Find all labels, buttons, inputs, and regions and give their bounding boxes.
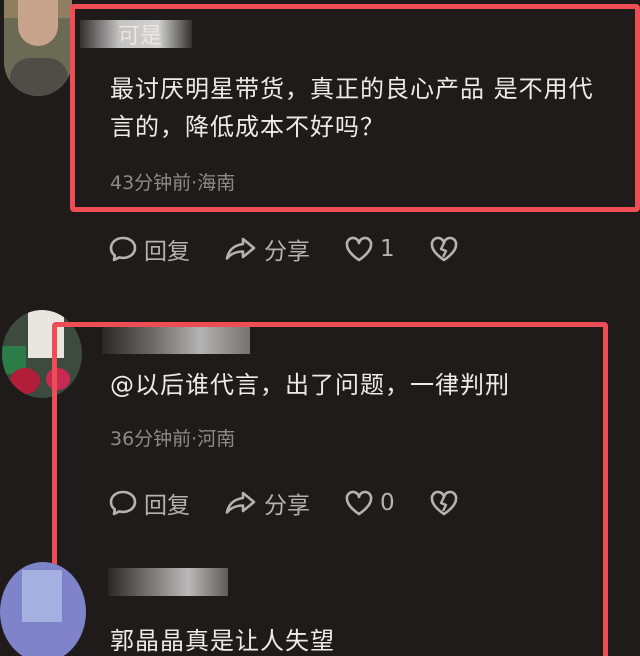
- like-button[interactable]: 1: [344, 235, 395, 263]
- share-label: 分享: [264, 239, 310, 265]
- share-button[interactable]: 分享: [224, 486, 310, 520]
- like-button[interactable]: 0: [344, 489, 395, 517]
- share-label: 分享: [264, 493, 310, 519]
- comment-text: @以后谁代言，出了问题，一律判刑: [110, 371, 510, 399]
- comment-line-2: 言的，降低成本不好吗？: [110, 113, 385, 141]
- reply-bubble-icon: [109, 236, 137, 262]
- avatar-flower: [10, 368, 40, 394]
- reply-label: 回复: [144, 493, 190, 519]
- reply-label: 回复: [144, 239, 190, 265]
- dislike-button[interactable]: [429, 235, 465, 263]
- reply-button[interactable]: 回复: [108, 232, 190, 266]
- comment-meta: 36分钟前·河南: [110, 428, 236, 450]
- share-arrow-icon: [225, 491, 256, 514]
- avatar-block: [22, 570, 62, 622]
- comment-actions: 回复 分享 1: [108, 232, 499, 266]
- comment-feed: 可是 最讨厌明星带货，真正的良心产品 是不用代 言的，降低成本不好吗？ 43分钟…: [0, 0, 640, 656]
- avatar-shirt: [10, 58, 68, 96]
- comment-line-1: 最讨厌明星带货，真正的良心产品 是不用代: [110, 75, 594, 103]
- heart-icon: [345, 236, 373, 262]
- username-blurred[interactable]: [108, 568, 228, 596]
- share-button[interactable]: 分享: [224, 232, 310, 266]
- share-arrow-icon: [225, 237, 256, 260]
- avatar-face: [18, 0, 58, 46]
- broken-heart-icon: [430, 236, 457, 262]
- comment-actions: 回复 分享 0: [108, 486, 499, 520]
- avatar[interactable]: [0, 562, 86, 656]
- broken-heart-icon: [430, 490, 457, 516]
- comment-text: 最讨厌明星带货，真正的良心产品 是不用代 言的，降低成本不好吗？: [110, 70, 594, 146]
- like-count: 0: [380, 490, 395, 516]
- comment-meta: 43分钟前·海南: [110, 172, 236, 194]
- reply-bubble-icon: [109, 490, 137, 516]
- reply-button[interactable]: 回复: [108, 486, 190, 520]
- avatar[interactable]: [4, 0, 72, 96]
- comment-text: 郭晶晶真是让人失望: [110, 627, 335, 655]
- heart-icon: [345, 490, 373, 516]
- dislike-button[interactable]: [429, 489, 465, 517]
- like-count: 1: [380, 236, 395, 262]
